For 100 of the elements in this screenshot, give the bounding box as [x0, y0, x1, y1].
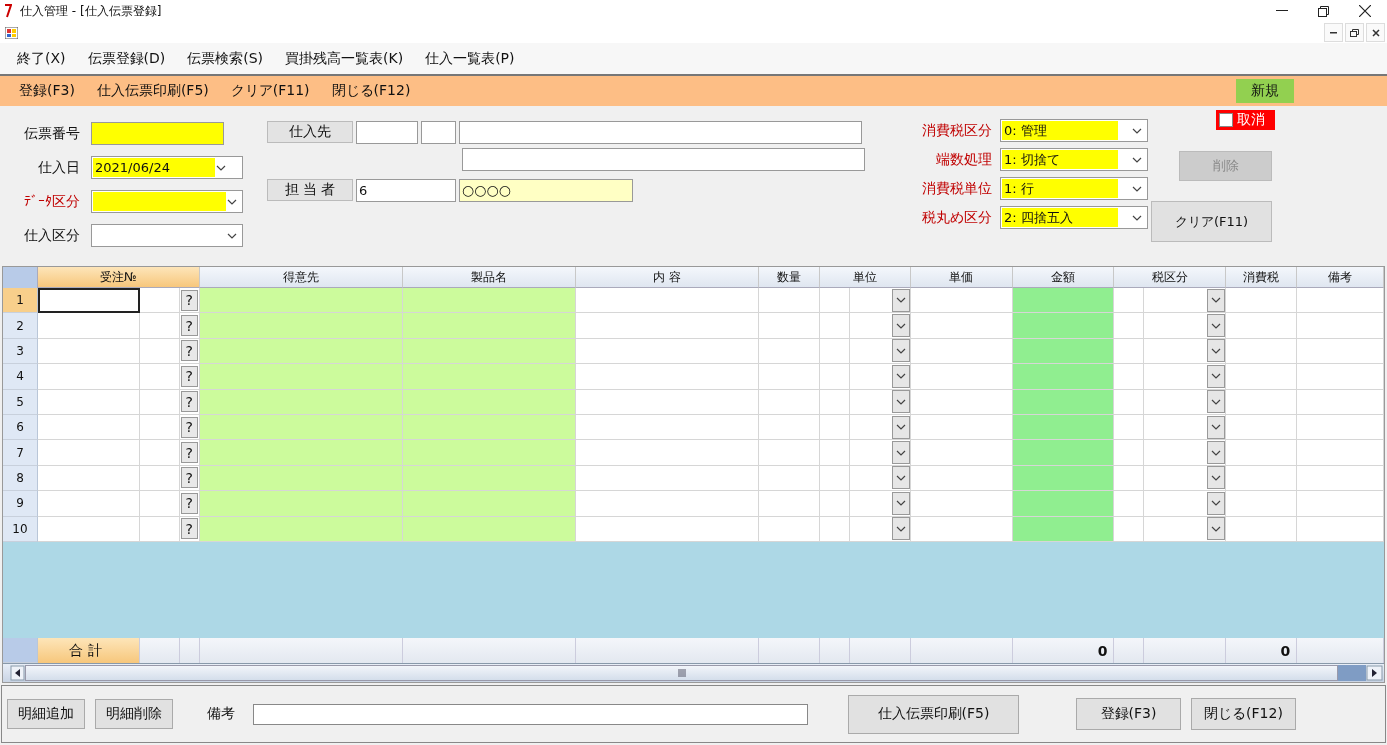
dropdown-cell[interactable]	[1144, 465, 1227, 492]
close-button[interactable]	[1366, 23, 1385, 42]
lookup-button[interactable]: ?	[180, 365, 198, 387]
dropdown-button[interactable]	[1207, 364, 1226, 388]
dropdown-cell[interactable]	[849, 491, 911, 517]
row-header[interactable]: 1	[3, 288, 38, 314]
row-header[interactable]: 9	[3, 491, 38, 517]
dropdown-button[interactable]	[1207, 517, 1226, 541]
dropdown-field[interactable]: 1: 切捨て	[1000, 148, 1148, 171]
dropdown-cell[interactable]	[1144, 313, 1227, 339]
dropdown-cell[interactable]	[849, 288, 911, 314]
clear-button[interactable]: クリア(F11)	[1151, 201, 1272, 242]
dropdown-button[interactable]	[891, 339, 910, 363]
dropdown-field[interactable]	[91, 224, 243, 247]
action-button[interactable]: 閉じる(F12)	[1191, 698, 1296, 730]
column-header[interactable]: 内 容	[576, 267, 759, 288]
lookup-button[interactable]: ?	[180, 315, 198, 337]
toolbar-item[interactable]: 閉じる(F12)	[331, 82, 411, 100]
dropdown-cell[interactable]	[849, 440, 911, 466]
remark-field[interactable]	[253, 703, 808, 725]
column-header[interactable]: 受注№	[37, 267, 200, 288]
row-header[interactable]: 6	[3, 414, 38, 441]
row-header[interactable]: 4	[3, 364, 38, 390]
toolbar-item[interactable]: クリア(F11)	[230, 82, 310, 100]
dropdown-cell[interactable]	[1144, 288, 1227, 314]
row-header[interactable]: 5	[3, 389, 38, 415]
scroll-right-icon[interactable]	[1366, 665, 1384, 681]
column-header[interactable]: 備考	[1297, 267, 1384, 288]
action-button[interactable]: 登録(F3)	[1076, 698, 1181, 730]
toolbar-item[interactable]: 登録(F3)	[19, 82, 75, 100]
column-header[interactable]: 得意先	[199, 267, 404, 288]
input-field[interactable]	[459, 120, 862, 144]
dropdown-button[interactable]	[891, 466, 910, 490]
dropdown-cell[interactable]	[1144, 389, 1227, 415]
dropdown-button[interactable]	[891, 390, 910, 414]
column-header[interactable]: 消費税	[1226, 267, 1298, 288]
dropdown-button[interactable]	[1207, 415, 1226, 439]
close-icon[interactable]	[1359, 5, 1371, 17]
dropdown-cell[interactable]	[1144, 414, 1227, 441]
dropdown-button[interactable]	[891, 517, 910, 541]
column-header[interactable]: 単位	[819, 267, 911, 288]
restore-button[interactable]	[1345, 23, 1364, 42]
menu-item[interactable]: 終了(X)	[17, 49, 66, 68]
toolbar-item[interactable]: 仕入伝票印刷(F5)	[96, 82, 209, 100]
horizontal-scrollbar[interactable]	[3, 663, 1384, 682]
dropdown-button[interactable]	[1207, 314, 1226, 338]
print-button[interactable]: 仕入伝票印刷(F5)	[848, 694, 1019, 734]
supplier-button[interactable]: 仕入先	[267, 121, 353, 143]
row-header[interactable]: 10	[3, 516, 38, 542]
dropdown-button[interactable]	[891, 441, 910, 465]
restore-icon[interactable]	[1318, 5, 1329, 17]
lookup-button[interactable]: ?	[180, 518, 198, 540]
dropdown-button[interactable]	[891, 415, 910, 439]
dropdown-cell[interactable]	[1144, 440, 1227, 466]
row-button[interactable]: 明細削除	[95, 699, 173, 729]
table-cell[interactable]	[37, 288, 140, 314]
menu-item[interactable]: 伝票検索(S)	[187, 49, 264, 68]
dropdown-button[interactable]	[1207, 288, 1226, 312]
cancel-checkbox[interactable]: 取消	[1216, 110, 1275, 130]
row-header[interactable]: 3	[3, 338, 38, 365]
lookup-button[interactable]: ?	[180, 492, 198, 514]
dropdown-field[interactable]: 1: 行	[1000, 177, 1148, 200]
minimize-icon[interactable]	[1276, 10, 1288, 12]
column-header[interactable]: 数量	[758, 267, 820, 288]
dropdown-button[interactable]	[1207, 441, 1226, 465]
row-header[interactable]: 8	[3, 465, 38, 492]
lookup-button[interactable]: ?	[180, 442, 198, 464]
dropdown-cell[interactable]	[1144, 491, 1227, 517]
dropdown-field[interactable]	[91, 190, 243, 213]
menu-item[interactable]: 買掛残高一覧表(K)	[285, 49, 404, 68]
dropdown-button[interactable]	[1207, 390, 1226, 414]
staff-button[interactable]: 担 当 者	[267, 179, 353, 201]
lookup-button[interactable]: ?	[180, 416, 198, 438]
row-header[interactable]: 2	[3, 313, 38, 339]
dropdown-button[interactable]	[891, 491, 910, 515]
scroll-thumb[interactable]	[1338, 665, 1366, 681]
input-field[interactable]: 6	[356, 178, 456, 202]
dropdown-button[interactable]	[1207, 339, 1226, 363]
dropdown-cell[interactable]	[849, 364, 911, 390]
dropdown-field[interactable]: 2021/06/24	[91, 156, 243, 179]
lookup-button[interactable]: ?	[180, 289, 198, 311]
dropdown-button[interactable]	[891, 364, 910, 388]
column-header[interactable]: 製品名	[403, 267, 577, 288]
lookup-button[interactable]: ?	[180, 391, 198, 413]
column-header[interactable]: 金額	[1012, 267, 1115, 288]
input-field[interactable]	[91, 122, 224, 145]
column-header[interactable]: 税区分	[1114, 267, 1227, 288]
dropdown-cell[interactable]	[849, 313, 911, 339]
dropdown-button[interactable]	[891, 314, 910, 338]
dropdown-cell[interactable]	[1144, 364, 1227, 390]
menu-item[interactable]: 伝票登録(D)	[87, 49, 166, 68]
column-header[interactable]: 単価	[910, 267, 1013, 288]
dropdown-field[interactable]: 2: 四捨五入	[1000, 206, 1148, 229]
lookup-button[interactable]: ?	[180, 340, 198, 362]
lookup-button[interactable]: ?	[180, 467, 198, 489]
input-field[interactable]	[462, 147, 865, 171]
dropdown-cell[interactable]	[1144, 338, 1227, 365]
input-field[interactable]	[356, 120, 418, 144]
row-header[interactable]: 7	[3, 440, 38, 466]
select-all-corner-button[interactable]	[3, 267, 38, 288]
